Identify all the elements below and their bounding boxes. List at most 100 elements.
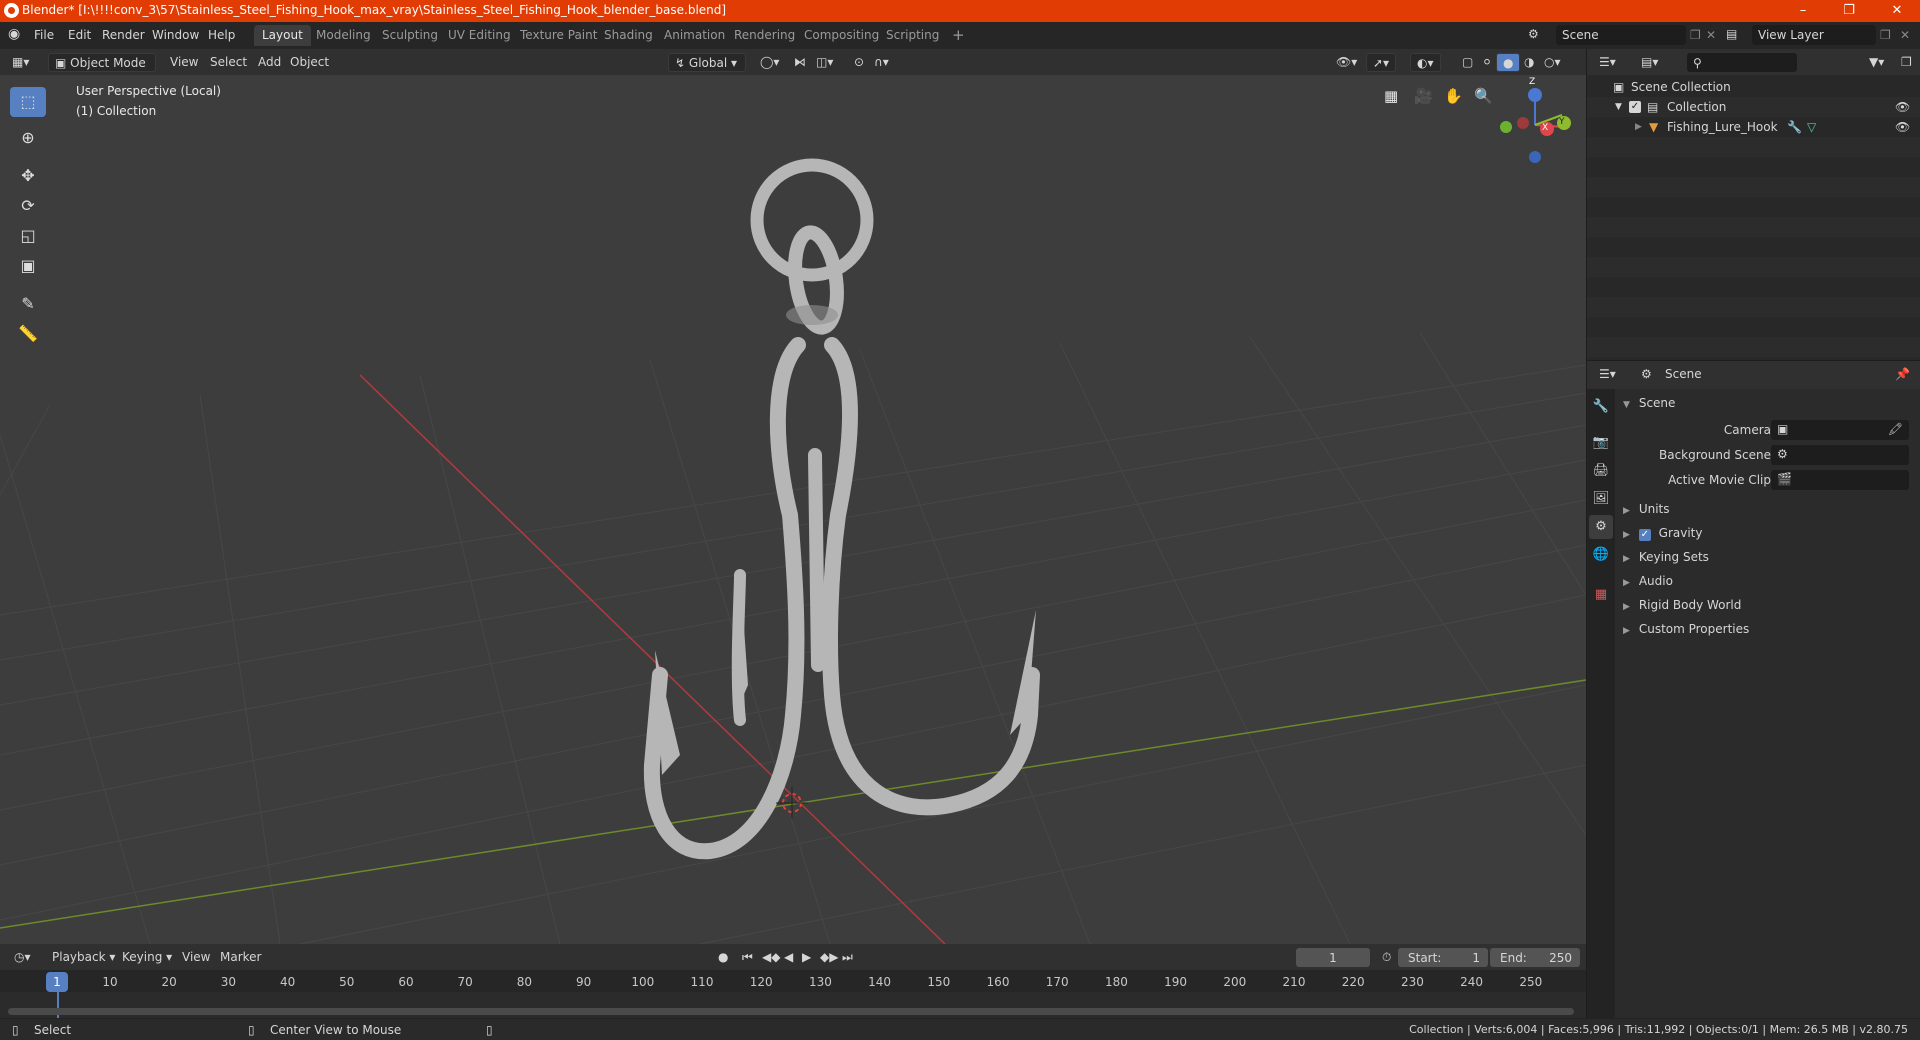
blender-menu-icon[interactable]: ◉: [8, 26, 20, 42]
gizmo-toggle-icon[interactable]: ➚▾: [1366, 53, 1397, 72]
timeline-area[interactable]: 1 10 20 30 40 50 60 70 80 90 100 110 120 130 140 150 160…: [0, 970, 1586, 1018]
units-panel-header[interactable]: ▶ Units: [1623, 499, 1913, 519]
outliner-row-collection[interactable]: ▼ ✓ ▤ Collection 👁: [1587, 97, 1920, 117]
scene-field[interactable]: Scene: [1556, 25, 1686, 45]
menu-help[interactable]: Help: [208, 28, 235, 42]
snap-settings-icon[interactable]: ◫▾: [810, 53, 839, 72]
properties-editor-icon[interactable]: ☰▾: [1593, 365, 1622, 384]
outliner-row-scene-collection[interactable]: ▣ Scene Collection: [1587, 77, 1920, 97]
filter-icon[interactable]: ▼▾: [1863, 53, 1890, 72]
editor-type-icon[interactable]: ▦▾: [6, 53, 35, 72]
scene-tab-icon[interactable]: ⚙: [1589, 515, 1613, 539]
display-mode-icon[interactable]: ▤▾: [1635, 53, 1664, 72]
scene-delete-icon[interactable]: ✕: [1706, 28, 1716, 42]
select-box-tool-icon[interactable]: ⬚: [10, 87, 46, 117]
view-layer-new-icon[interactable]: ❐: [1880, 28, 1891, 42]
eye-icon[interactable]: 👁: [1895, 97, 1910, 117]
measure-tool-icon[interactable]: 📏: [10, 319, 46, 349]
tab-rendering[interactable]: Rendering: [726, 25, 803, 46]
active-movie-clip-field[interactable]: 🎬: [1771, 470, 1909, 490]
scene-selector-icon[interactable]: ⚙: [1528, 27, 1539, 41]
scale-tool-icon[interactable]: ◱: [10, 221, 46, 251]
eye-icon[interactable]: 👁: [1895, 117, 1910, 137]
outliner-search-input[interactable]: ⚲: [1687, 53, 1797, 72]
timeline-editor-icon[interactable]: ◷▾: [8, 948, 37, 967]
timeline-scrollbar[interactable]: [8, 1008, 1574, 1015]
camera-field[interactable]: ▣ 🖍: [1771, 420, 1909, 440]
view-layer-delete-icon[interactable]: ✕: [1900, 28, 1910, 42]
tab-texture-paint[interactable]: Texture Paint: [512, 25, 605, 46]
menu-object[interactable]: Object: [284, 53, 335, 72]
eyedropper-icon[interactable]: 🖍: [1888, 422, 1903, 436]
custom-properties-panel-header[interactable]: ▶ Custom Properties: [1623, 619, 1913, 639]
grid-view-icon[interactable]: ▦: [1384, 87, 1398, 105]
view-layer-icon[interactable]: ▤: [1726, 27, 1737, 41]
transform-tool-icon[interactable]: ▣: [10, 251, 46, 281]
world-tab-icon[interactable]: 🌐: [1589, 543, 1613, 567]
expand-arrow-icon[interactable]: ▼: [1615, 97, 1622, 117]
jump-end-icon[interactable]: ⏭: [836, 948, 859, 967]
scene-new-icon[interactable]: ❐: [1690, 28, 1701, 42]
pivot-point-icon[interactable]: ◯▾: [754, 53, 785, 72]
stopwatch-icon[interactable]: ⏱: [1376, 948, 1397, 967]
close-button[interactable]: ✕: [1874, 0, 1920, 22]
menu-add[interactable]: Add: [252, 53, 287, 72]
3d-viewport[interactable]: Z Y X User Perspective (Local) (1) Colle…: [0, 75, 1586, 944]
outliner-editor-icon[interactable]: ☰▾: [1593, 53, 1622, 72]
proportional-edit-icon[interactable]: ⊙: [848, 53, 870, 72]
collection-checkbox[interactable]: ✓: [1629, 101, 1641, 113]
solid-shading-icon[interactable]: ●: [1496, 53, 1521, 72]
orientation-selector[interactable]: ↯ Global ▾: [668, 53, 746, 72]
tab-compositing[interactable]: Compositing: [796, 25, 887, 46]
render-tab-icon[interactable]: 📷: [1589, 431, 1613, 455]
output-tab-icon[interactable]: 🖨: [1589, 459, 1613, 483]
camera-view-icon[interactable]: 🎥: [1414, 87, 1433, 105]
move-tool-icon[interactable]: ✥: [10, 161, 46, 191]
tab-scripting[interactable]: Scripting: [878, 25, 947, 46]
rendered-shading-icon[interactable]: ○▾: [1538, 53, 1567, 72]
menu-file[interactable]: File: [34, 28, 54, 42]
wireframe-shading-icon[interactable]: ⚪: [1476, 53, 1498, 72]
overlays-toggle-icon[interactable]: ◐▾: [1410, 53, 1441, 72]
modifier-wrench-icon[interactable]: 🔧: [1787, 117, 1802, 137]
current-frame-field[interactable]: 1: [1296, 948, 1370, 967]
menu-edit[interactable]: Edit: [68, 28, 91, 42]
menu-playback[interactable]: Playback ▾: [46, 948, 121, 967]
snap-icon[interactable]: ⧑: [788, 53, 812, 72]
zoom-icon[interactable]: 🔍: [1474, 87, 1493, 105]
tab-sculpting[interactable]: Sculpting: [374, 25, 446, 46]
new-collection-icon[interactable]: ❐: [1895, 53, 1918, 72]
menu-select[interactable]: Select: [204, 53, 253, 72]
maximize-button[interactable]: ❐: [1826, 0, 1872, 22]
menu-keying[interactable]: Keying ▾: [116, 948, 178, 967]
menu-view[interactable]: View: [164, 53, 204, 72]
texture-tab-icon[interactable]: ▦: [1589, 583, 1613, 607]
cursor-tool-icon[interactable]: ⊕: [10, 123, 46, 153]
outliner-row-object[interactable]: ▶ ▼ Fishing_Lure_Hook 🔧 ▽ 👁: [1587, 117, 1920, 137]
tool-settings-tab-icon[interactable]: 🔧: [1589, 395, 1613, 419]
scene-panel-header[interactable]: ▼ Scene: [1623, 393, 1913, 413]
minimize-button[interactable]: –: [1780, 0, 1826, 22]
record-icon[interactable]: ●: [712, 948, 734, 967]
add-workspace-button[interactable]: +: [944, 25, 973, 46]
tab-modeling[interactable]: Modeling: [308, 25, 379, 46]
background-scene-field[interactable]: ⚙: [1771, 445, 1909, 465]
pan-hand-icon[interactable]: ✋: [1444, 87, 1463, 105]
view-layer-field[interactable]: View Layer: [1752, 25, 1876, 45]
start-frame-field[interactable]: Start: 1: [1398, 948, 1488, 967]
tab-animation[interactable]: Animation: [656, 25, 733, 46]
visibility-icon[interactable]: 👁▾: [1330, 53, 1363, 72]
keying-sets-panel-header[interactable]: ▶ Keying Sets: [1623, 547, 1913, 567]
mode-selector[interactable]: ▣ Object Mode ▾: [48, 53, 156, 89]
rigid-body-world-panel-header[interactable]: ▶ Rigid Body World: [1623, 595, 1913, 615]
rotate-tool-icon[interactable]: ⟳: [10, 191, 46, 221]
mesh-data-icon[interactable]: ▽: [1807, 117, 1816, 137]
gravity-panel-header[interactable]: ▶ ✓ Gravity: [1623, 523, 1913, 543]
menu-timeline-view[interactable]: View: [176, 948, 216, 967]
pin-icon[interactable]: 📌: [1895, 367, 1910, 381]
menu-render[interactable]: Render: [102, 28, 145, 42]
end-frame-field[interactable]: End: 250: [1490, 948, 1580, 967]
falloff-icon[interactable]: ∩▾: [868, 53, 895, 72]
gravity-checkbox[interactable]: ✓: [1638, 529, 1651, 541]
annotate-tool-icon[interactable]: ✎: [10, 289, 46, 319]
